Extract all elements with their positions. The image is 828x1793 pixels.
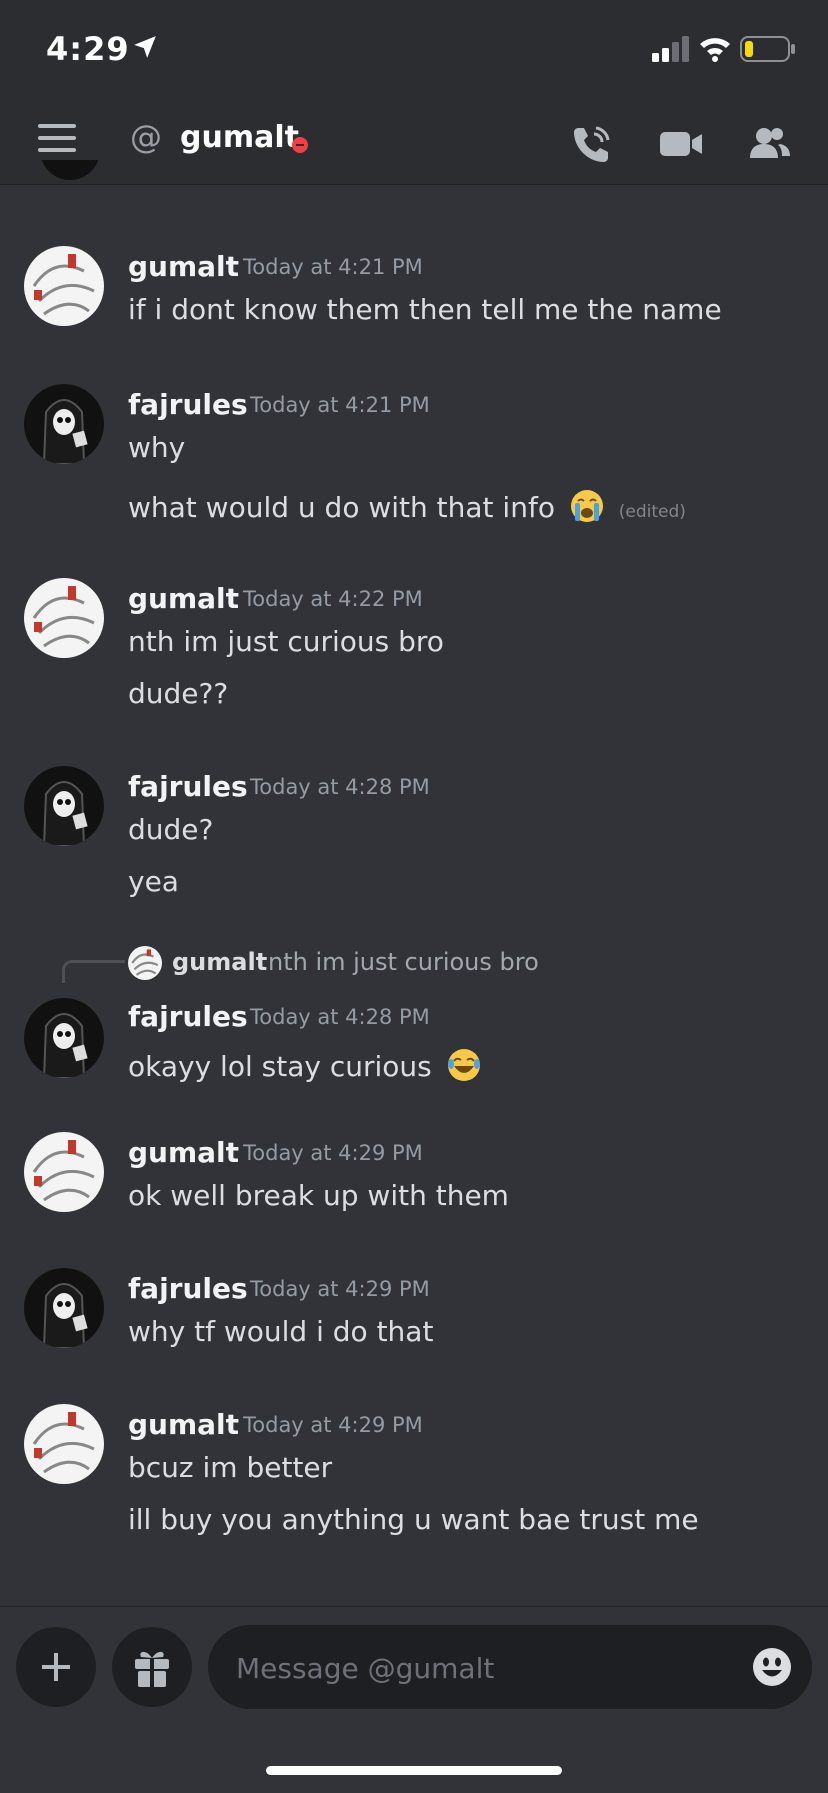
tears-of-joy-emoji-icon	[447, 1049, 480, 1081]
message-author[interactable]: fajrules	[128, 388, 248, 421]
status-time: 4:29	[46, 30, 130, 68]
message-text: why tf would i do that	[128, 1315, 434, 1348]
message-composer	[0, 1606, 828, 1793]
message-text-line: what would u do with that info (edited)	[128, 489, 686, 524]
edited-label: (edited)	[618, 502, 686, 522]
hamburger-icon[interactable]	[38, 124, 76, 154]
message-author[interactable]: fajrules	[128, 1000, 248, 1033]
message-timestamp: Today at 4:28 PM	[250, 775, 430, 799]
message-author[interactable]: fajrules	[128, 1272, 248, 1305]
avatar[interactable]	[24, 384, 104, 464]
home-indicator[interactable]	[266, 1766, 562, 1775]
gift-button[interactable]	[112, 1627, 192, 1707]
at-icon: @	[130, 118, 162, 156]
message-text-line: okayy lol stay curious	[128, 1048, 481, 1083]
battery-icon	[740, 36, 795, 62]
crying-face-emoji-icon	[570, 490, 603, 522]
message-timestamp: Today at 4:22 PM	[243, 587, 423, 611]
message-text: yea	[128, 865, 179, 898]
avatar[interactable]	[24, 1268, 104, 1348]
message-text: bcuz im better	[128, 1451, 333, 1484]
message-timestamp: Today at 4:28 PM	[250, 1005, 430, 1029]
gift-icon	[135, 1651, 169, 1687]
message-input[interactable]	[234, 1643, 718, 1693]
reply-connector	[62, 960, 125, 983]
message-text: okayy lol stay curious	[128, 1050, 432, 1083]
avatar[interactable]	[24, 766, 104, 846]
plus-icon-bar	[42, 1665, 70, 1669]
message-author[interactable]: gumalt	[128, 582, 239, 615]
message-text: ok well break up with them	[128, 1179, 509, 1212]
dnd-status-icon	[292, 137, 308, 153]
avatar[interactable]	[24, 1132, 104, 1212]
avatar[interactable]	[24, 1404, 104, 1484]
message-author[interactable]: gumalt	[128, 250, 239, 283]
message-text: if i dont know them then tell me the nam…	[128, 293, 722, 326]
message-input-container[interactable]	[208, 1625, 812, 1709]
reply-author: gumalt	[172, 948, 268, 976]
avatar[interactable]	[24, 246, 104, 326]
cellular-signal-icon	[652, 36, 689, 62]
message-text: what would u do with that info	[128, 491, 555, 524]
partial-message	[0, 160, 828, 190]
wifi-icon	[700, 38, 730, 62]
message-text: dude?	[128, 813, 214, 846]
message-timestamp: Today at 4:29 PM	[243, 1141, 423, 1165]
message-text: nth im just curious bro	[128, 625, 444, 658]
smiley-icon[interactable]	[752, 1647, 792, 1687]
message-author[interactable]: gumalt	[128, 1408, 239, 1441]
message-timestamp: Today at 4:29 PM	[250, 1277, 430, 1301]
add-attachment-button[interactable]	[16, 1627, 96, 1707]
avatar[interactable]	[24, 578, 104, 658]
reply-text: nth im just curious bro	[268, 948, 539, 976]
channel-title[interactable]: gumalt	[180, 120, 299, 155]
message-text: dude??	[128, 677, 229, 710]
message-timestamp: Today at 4:29 PM	[243, 1413, 423, 1437]
avatar[interactable]	[24, 998, 104, 1078]
message-author[interactable]: gumalt	[128, 1136, 239, 1169]
message-timestamp: Today at 4:21 PM	[243, 255, 423, 279]
location-arrow-icon	[134, 36, 156, 58]
status-bar: 4:29	[0, 0, 828, 100]
message-timestamp: Today at 4:21 PM	[250, 393, 430, 417]
message-author[interactable]: fajrules	[128, 770, 248, 803]
message-text: why	[128, 431, 186, 464]
message-text: ill buy you anything u want bae trust me	[128, 1503, 699, 1536]
reply-avatar	[128, 946, 162, 980]
